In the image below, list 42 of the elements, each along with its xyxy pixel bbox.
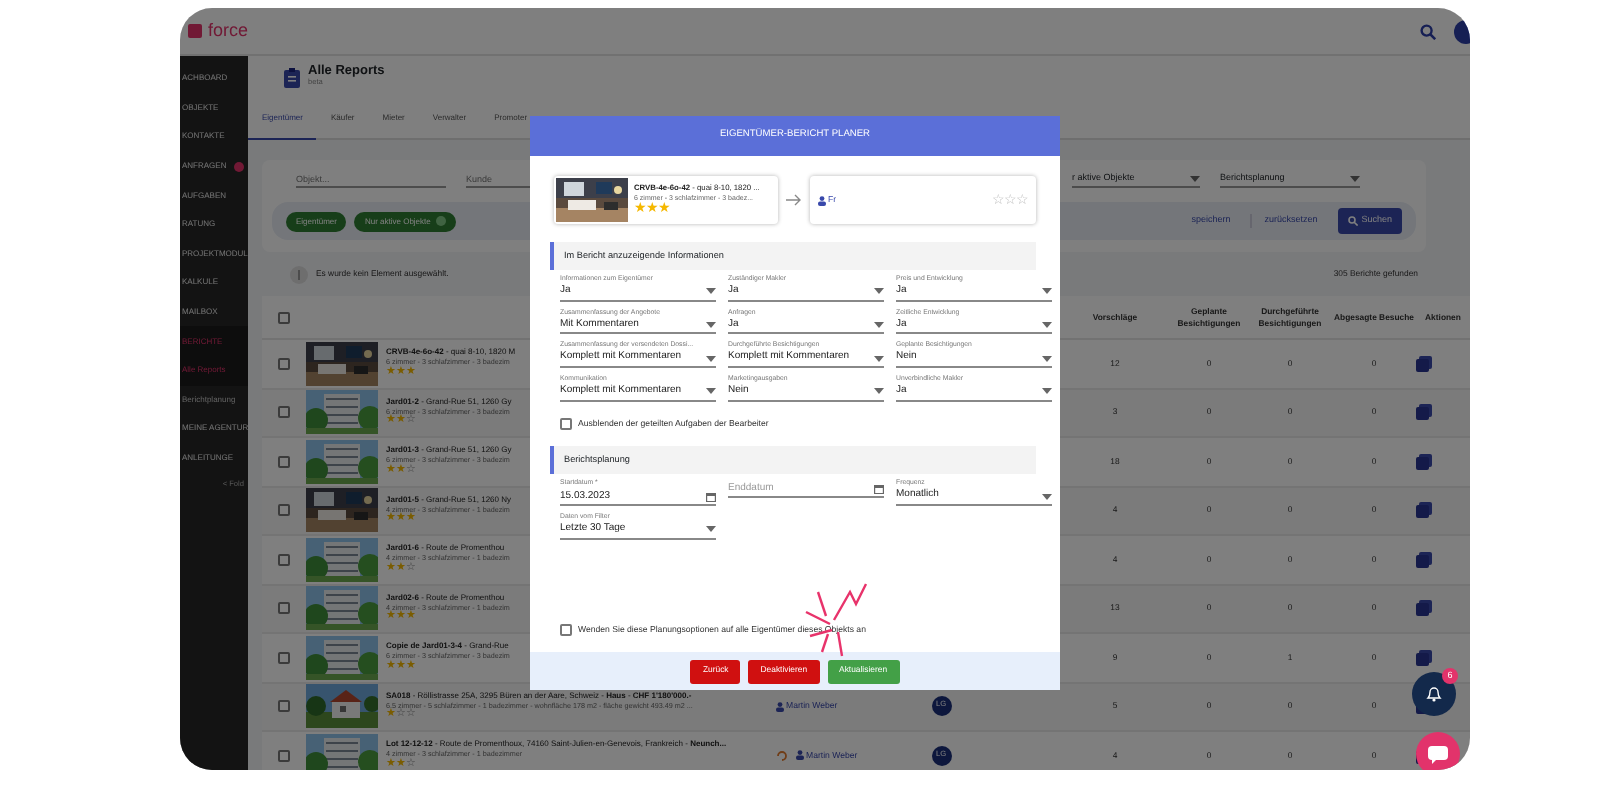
document-icon[interactable] — [1416, 600, 1432, 617]
info-icon — [290, 265, 308, 283]
caret-icon — [706, 355, 716, 362]
logo-text: force — [208, 17, 249, 44]
search-icon — [1347, 216, 1358, 226]
document-icon[interactable] — [1416, 404, 1432, 421]
checkbox[interactable] — [278, 406, 290, 419]
checkbox[interactable] — [278, 504, 290, 517]
document-icon[interactable] — [1416, 453, 1432, 470]
calendar-icon — [874, 483, 884, 494]
caret-icon — [1350, 176, 1360, 182]
logo-icon — [188, 24, 202, 38]
checkbox[interactable] — [278, 357, 290, 370]
caret-icon — [1042, 493, 1052, 500]
checkbox[interactable] — [560, 418, 572, 431]
document-icon[interactable] — [1416, 649, 1432, 666]
clipboard-icon — [284, 68, 300, 88]
person-icon — [776, 701, 784, 712]
checkbox[interactable] — [278, 651, 290, 664]
caret-icon — [874, 321, 884, 328]
chat-icon — [1428, 745, 1448, 763]
caret-icon — [1042, 355, 1052, 362]
calendar-icon — [706, 491, 716, 502]
caret-icon — [706, 321, 716, 328]
document-icon[interactable] — [1416, 355, 1432, 372]
checkbox[interactable] — [278, 602, 290, 615]
document-icon[interactable] — [1416, 551, 1432, 568]
caret-icon — [1042, 321, 1052, 328]
search-icon[interactable] — [1420, 23, 1436, 39]
checkbox[interactable] — [560, 623, 572, 636]
person-icon — [796, 750, 804, 761]
checkbox[interactable] — [278, 311, 290, 323]
caret-icon — [1190, 176, 1200, 182]
checkbox[interactable] — [278, 553, 290, 566]
checkbox[interactable] — [278, 455, 290, 468]
document-icon[interactable] — [1416, 502, 1432, 519]
arrow-right-icon — [786, 194, 802, 206]
caret-icon — [874, 355, 884, 362]
person-icon — [818, 195, 826, 205]
bell-icon — [1426, 686, 1442, 702]
checkbox[interactable] — [278, 700, 290, 713]
checkbox[interactable] — [278, 749, 290, 762]
